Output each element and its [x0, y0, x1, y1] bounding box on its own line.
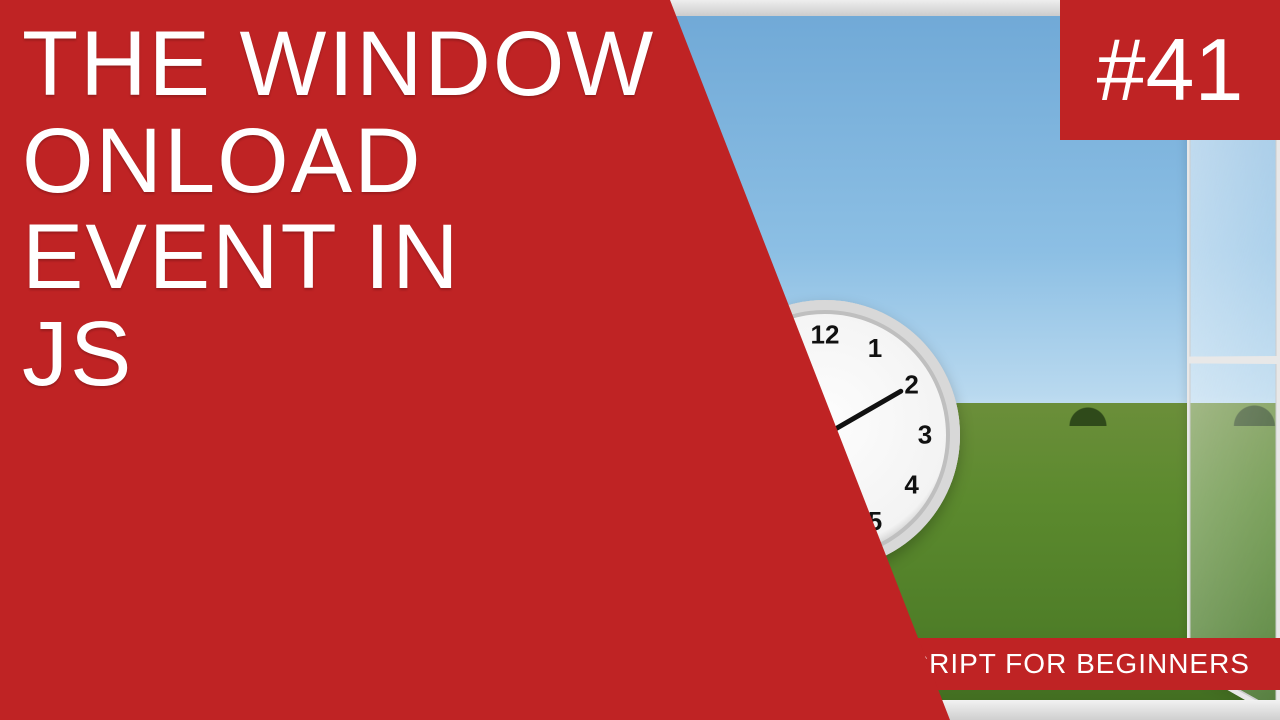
episode-badge: #41	[1060, 0, 1280, 140]
clock-number: 12	[811, 320, 840, 351]
video-title: THE WINDOW ONLOAD EVENT IN JS	[22, 16, 655, 402]
clock-number: 2	[904, 370, 918, 401]
clock-number: 1	[868, 333, 882, 364]
thumbnail-stage: 121234567891011 JAVASCRIPT FOR BEGINNERS…	[0, 0, 1280, 720]
clock-number: 4	[904, 470, 918, 501]
clock-number: 3	[918, 420, 932, 451]
